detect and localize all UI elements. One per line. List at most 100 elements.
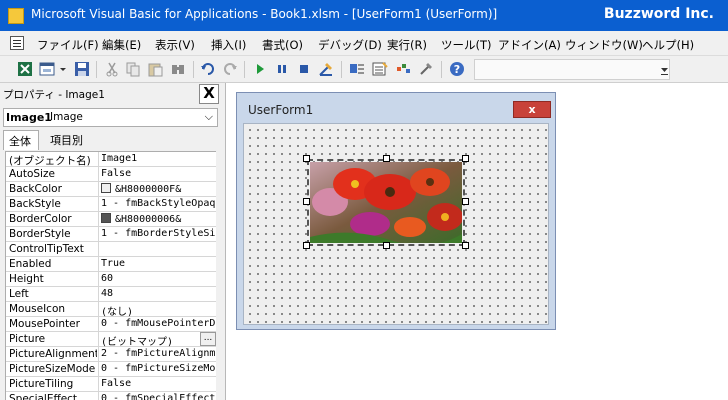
resize-handle-ne[interactable] <box>462 155 469 162</box>
break-icon[interactable] <box>274 61 290 77</box>
property-row[interactable]: AutoSize False <box>6 167 216 182</box>
object-selector[interactable]: Image1 Image ⌵ <box>3 108 218 127</box>
property-row[interactable]: PictureTiling False <box>6 377 216 392</box>
menu-file[interactable]: ファイル(F) <box>37 37 99 53</box>
property-value[interactable]: True <box>101 258 216 269</box>
property-value-text: True <box>101 258 126 269</box>
properties-pane: プロパティ - Image1 X Image1 Image ⌵ 全体 項目別 (… <box>0 83 226 400</box>
resize-handle-n[interactable] <box>383 155 390 162</box>
resize-handle-nw[interactable] <box>303 155 310 162</box>
property-row[interactable]: Height 60 <box>6 272 216 287</box>
browse-picture-button[interactable]: ... <box>200 332 216 346</box>
property-value[interactable]: 48 <box>101 288 216 299</box>
design-mode-icon[interactable] <box>318 61 334 77</box>
cut-icon[interactable] <box>104 61 120 77</box>
flower-photo <box>310 162 462 243</box>
menu-format[interactable]: 書式(O) <box>262 37 303 53</box>
property-row[interactable]: BackColor &H8000000F& <box>6 182 216 197</box>
property-value-text: False <box>101 168 132 179</box>
property-value[interactable]: 0 - fmMousePointerDefault <box>101 318 216 329</box>
properties-window-icon[interactable] <box>372 61 388 77</box>
property-value[interactable]: 0 - fmSpecialEffectFlat <box>101 393 216 400</box>
copy-icon[interactable] <box>125 61 141 77</box>
property-value[interactable]: &H8000000F& <box>101 183 216 195</box>
property-value[interactable]: False <box>101 378 216 389</box>
property-row[interactable]: PictureAlignment 2 - fmPictureAlignmentCe… <box>6 347 216 362</box>
property-grid: (オブジェクト名) Image1 AutoSize False BackColor &H8… <box>5 151 216 400</box>
property-row[interactable]: MousePointer 0 - fmMousePointerDefault <box>6 317 216 332</box>
menu-help[interactable]: ヘルプ(H) <box>642 37 694 53</box>
property-value-text: False <box>101 378 132 389</box>
property-name: MousePointer <box>9 318 80 330</box>
object-type: Image <box>50 111 83 123</box>
userform-close-button[interactable]: x <box>513 101 551 118</box>
property-value-text: 2 - fmPictureAlignmentCenter <box>101 348 216 359</box>
reset-icon[interactable] <box>296 61 312 77</box>
help-icon[interactable]: ? <box>449 61 465 77</box>
resize-handle-sw[interactable] <box>303 242 310 249</box>
resize-handle-w[interactable] <box>303 198 310 205</box>
property-name: (オブジェクト名) <box>9 155 91 167</box>
find-icon[interactable] <box>170 61 186 77</box>
property-value[interactable]: Image1 <box>101 153 216 164</box>
property-value[interactable]: 60 <box>101 273 216 284</box>
property-value-text: 1 - fmBackStyleOpaque <box>101 198 216 209</box>
property-value[interactable]: 0 - fmPictureSizeModeClip <box>101 363 216 374</box>
menu-view[interactable]: 表示(V) <box>155 37 195 53</box>
userform-canvas[interactable] <box>243 123 549 325</box>
property-value[interactable]: (なし) <box>101 303 216 318</box>
resize-handle-s[interactable] <box>383 242 390 249</box>
userform-title: UserForm1 <box>248 103 314 117</box>
property-value[interactable]: False <box>101 168 216 179</box>
menu-addins[interactable]: アドイン(A) <box>498 37 561 53</box>
menu-edit[interactable]: 編集(E) <box>102 37 141 53</box>
undo-icon[interactable] <box>200 61 216 77</box>
color-swatch <box>101 183 111 193</box>
property-row[interactable]: SpecialEffect 0 - fmSpecialEffectFlat <box>6 392 216 400</box>
property-row[interactable]: BackStyle 1 - fmBackStyleOpaque <box>6 197 216 212</box>
window-title: Microsoft Visual Basic for Applications … <box>31 7 498 21</box>
property-value[interactable]: &H80000006& <box>101 213 216 225</box>
property-value[interactable]: 1 - fmBorderStyleSingle <box>101 228 216 239</box>
resize-handle-e[interactable] <box>462 198 469 205</box>
paste-icon[interactable] <box>147 61 163 77</box>
menu-tools[interactable]: ツール(T) <box>441 37 492 53</box>
excel-icon[interactable] <box>17 61 33 77</box>
dropdown-icon[interactable] <box>58 61 68 77</box>
menu-debug[interactable]: デバッグ(D) <box>318 37 382 53</box>
property-name: ControlTipText <box>9 243 84 255</box>
redo-icon[interactable] <box>222 61 238 77</box>
property-row[interactable]: BorderStyle 1 - fmBorderStyleSingle <box>6 227 216 242</box>
save-icon[interactable] <box>74 61 90 77</box>
toolbar-options-icon[interactable] <box>660 64 669 76</box>
property-row[interactable]: MouseIcon (なし) <box>6 302 216 318</box>
project-explorer-icon[interactable] <box>349 61 365 77</box>
property-row[interactable]: PictureSizeMode 0 - fmPictureSizeModeClip <box>6 362 216 377</box>
property-row[interactable]: Picture (ビットマップ)... <box>6 332 216 348</box>
property-name: PictureSizeMode <box>9 363 96 375</box>
property-value[interactable]: 1 - fmBackStyleOpaque <box>101 198 216 209</box>
system-menu-icon[interactable] <box>10 36 24 50</box>
tab-categorized[interactable]: 項目別 <box>45 130 88 150</box>
menu-window[interactable]: ウィンドウ(W) <box>565 37 643 53</box>
toolbox-icon[interactable] <box>418 61 434 77</box>
property-row[interactable]: (オブジェクト名) Image1 <box>6 152 216 167</box>
tab-alphabetic[interactable]: 全体 <box>3 130 39 150</box>
property-row[interactable]: BorderColor &H80000006& <box>6 212 216 227</box>
properties-close-button[interactable]: X <box>199 84 219 104</box>
run-icon[interactable] <box>252 61 268 77</box>
userform-window[interactable]: UserForm1 x <box>236 92 556 330</box>
property-value[interactable]: (ビットマップ) <box>101 333 216 348</box>
insert-userform-icon[interactable] <box>39 61 55 77</box>
property-row[interactable]: Enabled True <box>6 257 216 272</box>
resize-handle-se[interactable] <box>462 242 469 249</box>
menu-insert[interactable]: 挿入(I) <box>211 37 246 53</box>
property-row[interactable]: ControlTipText <box>6 242 216 257</box>
close-icon: x <box>528 103 536 116</box>
property-name: BorderColor <box>9 213 72 225</box>
property-row[interactable]: Left 48 <box>6 287 216 302</box>
property-value[interactable]: 2 - fmPictureAlignmentCenter <box>101 348 216 359</box>
menu-run[interactable]: 実行(R) <box>387 37 427 53</box>
image-control[interactable] <box>307 159 465 246</box>
object-browser-icon[interactable] <box>395 61 411 77</box>
